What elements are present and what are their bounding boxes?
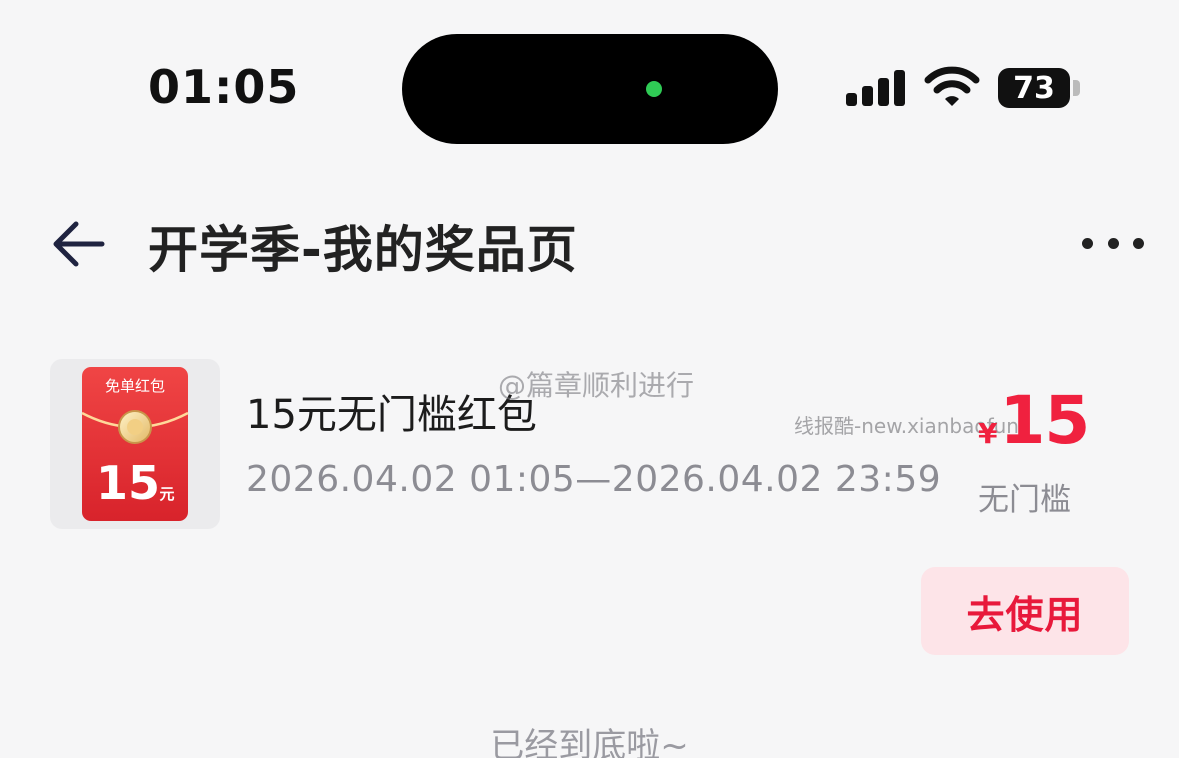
camera-indicator-dot xyxy=(646,81,662,97)
more-dots-icon[interactable] xyxy=(1082,226,1144,260)
thumb-header: 免单红包 xyxy=(105,377,165,395)
weibo-watermark: @篇章顺利进行 xyxy=(498,369,695,402)
cellular-signal-icon xyxy=(846,70,906,106)
currency-symbol: ¥ xyxy=(978,417,998,450)
coupon-amount-value: 15 xyxy=(999,382,1090,459)
red-envelope-icon: 免单红包 15 元 xyxy=(81,367,189,521)
coupon-amount: ¥ 15 xyxy=(978,382,1090,459)
wifi-icon xyxy=(924,66,980,106)
battery-level: 73 xyxy=(1013,70,1055,106)
dynamic-island xyxy=(402,34,778,144)
battery-tip xyxy=(1073,80,1080,96)
coupon-condition: 无门槛 xyxy=(978,482,1071,518)
coupon-title: 15元无门槛红包 xyxy=(246,392,537,438)
battery-icon: 73 xyxy=(998,68,1070,108)
thumb-amount: 15 xyxy=(96,456,160,510)
thumb-unit: 元 xyxy=(159,485,174,503)
back-arrow-icon[interactable] xyxy=(50,218,106,270)
red-envelope-thumbnail: 免单红包 15 元 xyxy=(50,359,220,529)
status-time: 01:05 xyxy=(148,60,300,114)
use-coupon-button[interactable]: 去使用 xyxy=(921,567,1129,655)
page-title: 开学季-我的奖品页 xyxy=(148,221,578,279)
end-of-list-text: 已经到底啦~ xyxy=(490,726,689,758)
coupon-validity-period: 2026.04.02 01:05—2026.04.02 23:59 xyxy=(246,459,942,500)
